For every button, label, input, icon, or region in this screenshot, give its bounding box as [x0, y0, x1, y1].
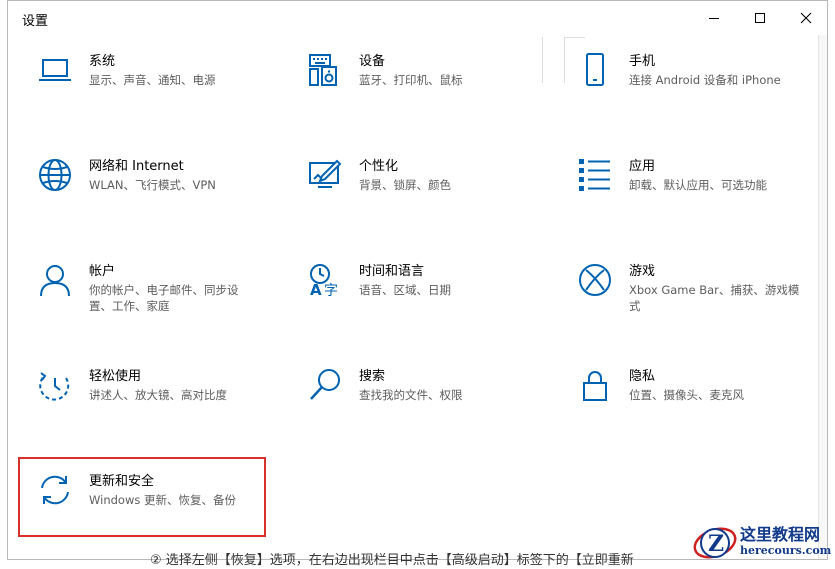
title-bar[interactable]: 设置 [8, 1, 827, 35]
watermark-url: herecours.com [740, 544, 832, 557]
time-language-icon: A字 [308, 263, 342, 297]
scroll-track[interactable] [818, 35, 827, 559]
xbox-icon [578, 263, 612, 297]
tile-gaming[interactable]: 游戏 Xbox Game Bar、捕获、游戏模式 [578, 263, 818, 314]
maximize-button[interactable] [737, 1, 783, 35]
tile-title: 应用 [629, 159, 656, 174]
phone-icon [578, 53, 612, 87]
tile-description: 蓝牙、打印机、鼠标 [359, 73, 463, 87]
apps-list-icon [578, 158, 612, 192]
tile-description: 卸载、默认应用、可选功能 [629, 178, 767, 192]
watermark-name: 这里教程网 [740, 525, 821, 544]
tile-title: 手机 [629, 54, 656, 69]
tile-title: 系统 [89, 54, 116, 69]
highlight-box [18, 457, 266, 537]
tile-description: 位置、摄像头、麦克风 [629, 388, 744, 402]
window-title: 设置 [22, 14, 49, 29]
tile-ease-of-access[interactable]: 轻松使用 讲述人、放大镜、高对比度 [38, 368, 288, 403]
tile-accounts[interactable]: 帐户 你的帐户、电子邮件、同步设置、工作、家庭 [38, 263, 288, 314]
tile-description: 背景、锁屏、颜色 [359, 178, 451, 192]
divider [565, 37, 585, 38]
person-icon [38, 263, 72, 297]
watermark-logo-icon: Z [693, 527, 737, 559]
paint-icon [308, 158, 342, 192]
tile-description: 连接 Android 设备和 iPhone [629, 73, 781, 87]
tile-title: 个性化 [359, 159, 399, 174]
tile-phone[interactable]: 手机 连接 Android 设备和 iPhone [578, 53, 818, 88]
tile-title: 游戏 [629, 264, 656, 279]
watermark: Z 这里教程网 herecours.com [692, 517, 832, 567]
tile-title: 隐私 [629, 369, 656, 384]
search-icon [308, 368, 342, 402]
tile-title: 搜索 [359, 369, 386, 384]
minimize-icon [709, 18, 719, 19]
close-icon [800, 12, 812, 24]
divider [564, 37, 565, 83]
tile-title: 帐户 [89, 264, 116, 279]
tile-time-language[interactable]: A字 时间和语言 语音、区域、日期 [308, 263, 538, 298]
globe-icon [38, 158, 72, 192]
close-button[interactable] [783, 1, 829, 35]
tile-description: Xbox Game Bar、捕获、游戏模式 [629, 283, 800, 313]
tile-description: 查找我的文件、权限 [359, 388, 463, 402]
tile-title: 设备 [359, 54, 386, 69]
tile-description: WLAN、飞行模式、VPN [89, 178, 216, 192]
tile-title: 网络和 Internet [89, 159, 184, 174]
svg-text:Z: Z [708, 531, 724, 557]
svg-text:A: A [310, 281, 322, 297]
tile-title: 轻松使用 [89, 369, 142, 384]
tile-system[interactable]: 系统 显示、声音、通知、电源 [38, 53, 288, 88]
keyboard-speaker-icon [308, 53, 342, 87]
tile-personalization[interactable]: 个性化 背景、锁屏、颜色 [308, 158, 538, 193]
lock-icon [578, 368, 612, 402]
tile-search[interactable]: 搜索 查找我的文件、权限 [308, 368, 538, 403]
tile-network[interactable]: 网络和 Internet WLAN、飞行模式、VPN [38, 158, 288, 193]
minimize-button[interactable] [691, 1, 737, 35]
svg-text:字: 字 [324, 283, 338, 297]
tile-description: 显示、声音、通知、电源 [89, 73, 216, 87]
ease-of-access-icon [38, 368, 72, 402]
tile-privacy[interactable]: 隐私 位置、摄像头、麦克风 [578, 368, 818, 403]
tile-title: 时间和语言 [359, 264, 425, 279]
divider [542, 37, 543, 83]
maximize-icon [755, 13, 765, 23]
tile-apps[interactable]: 应用 卸载、默认应用、可选功能 [578, 158, 818, 193]
tile-description: 讲述人、放大镜、高对比度 [89, 388, 227, 402]
tile-description: 语音、区域、日期 [359, 283, 451, 297]
tile-description: 你的帐户、电子邮件、同步设置、工作、家庭 [89, 283, 239, 313]
tile-devices[interactable]: 设备 蓝牙、打印机、鼠标 [308, 53, 538, 88]
caption-text: ② 选择左侧【恢复】选项，在右边出现栏目中点击【高级启动】标签下的【立即重新 [150, 553, 634, 568]
laptop-icon [38, 53, 72, 87]
